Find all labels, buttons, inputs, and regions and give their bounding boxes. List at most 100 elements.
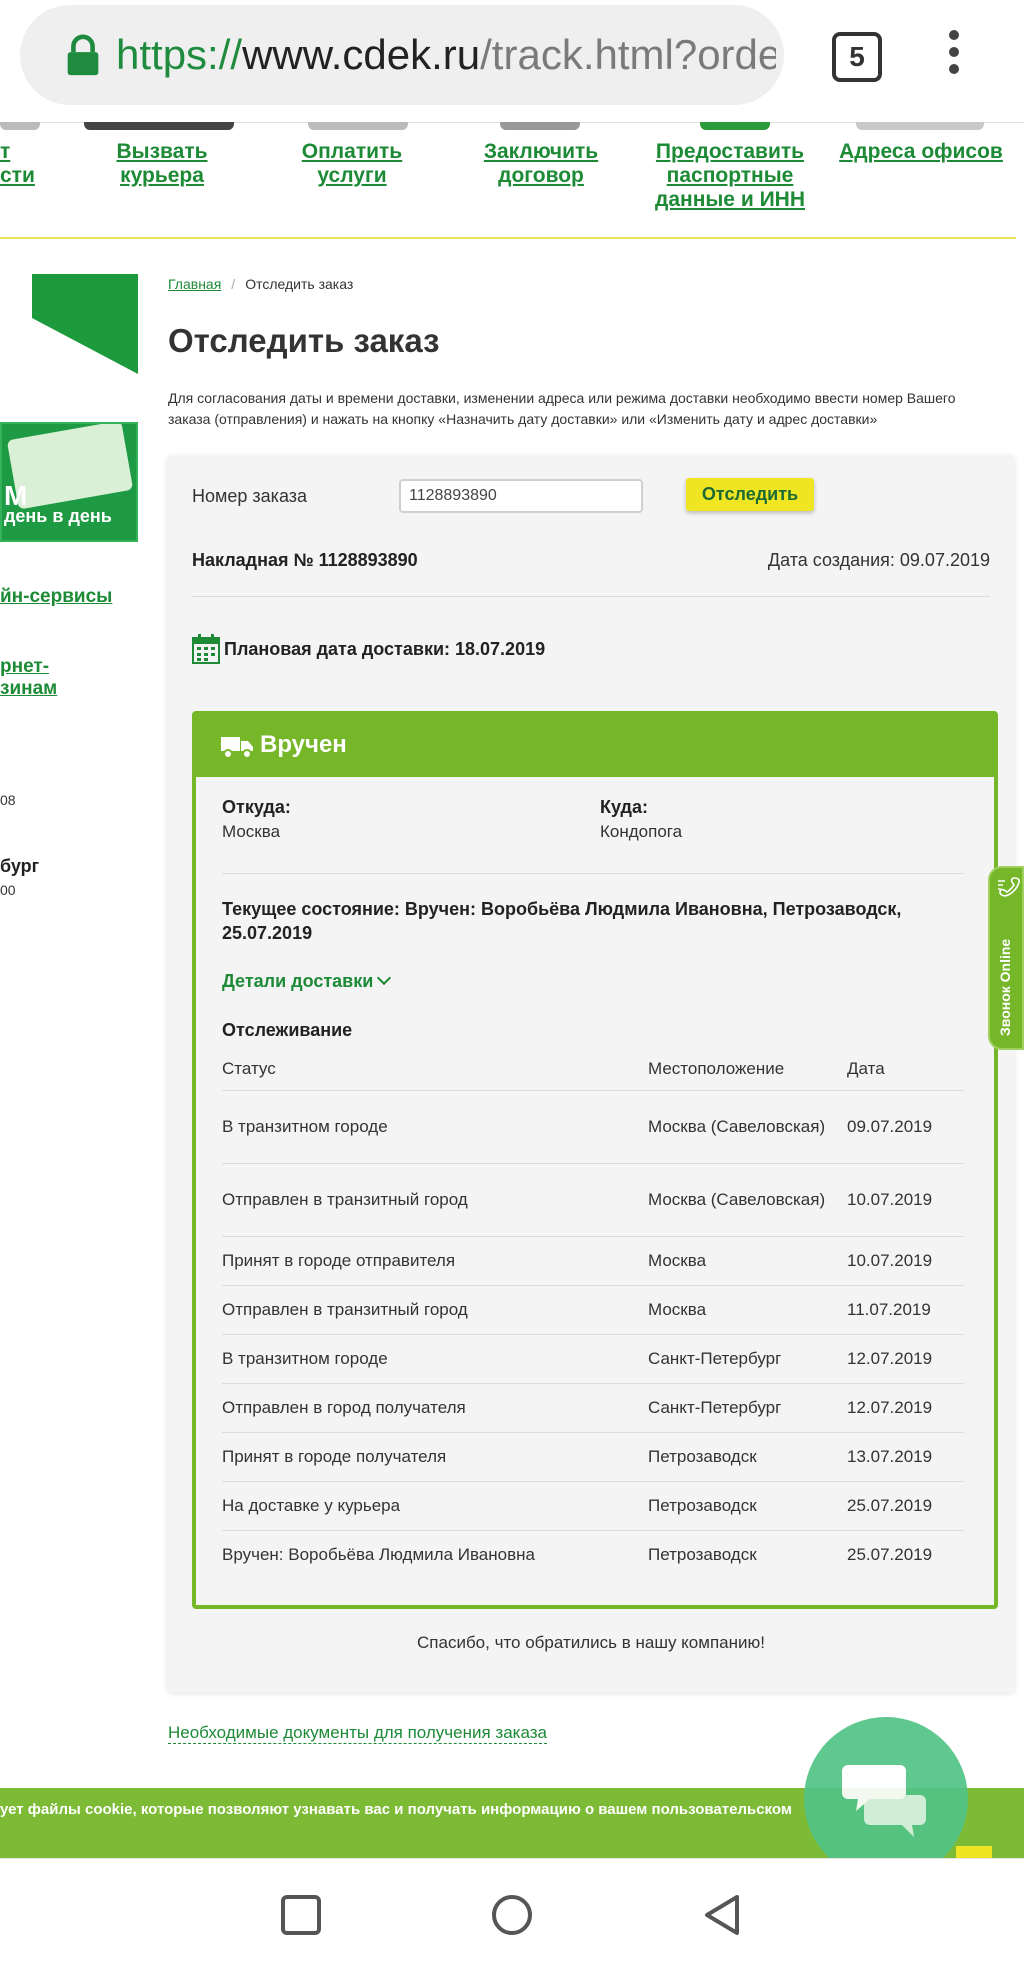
track-button[interactable]: Отследить	[686, 478, 814, 511]
cell-status: Принят в городе получателя	[222, 1432, 648, 1482]
cell-location: Петрозаводск	[648, 1481, 847, 1531]
table-row: Отправлен в транзитный город Москва (Сав…	[222, 1163, 964, 1237]
nav-link-office-addresses[interactable]: Адреса офисов	[836, 140, 1006, 164]
cell-date: 12.07.2019	[847, 1334, 964, 1384]
nav-image-strip	[856, 122, 984, 130]
table-row: Принят в городе отправителя Москва 10.07…	[222, 1236, 964, 1286]
promo-text: день в день	[4, 506, 112, 526]
nav-image-strip	[500, 122, 580, 130]
column-header-status: Статус	[222, 1048, 648, 1091]
breadcrumb-current: Отследить заказ	[245, 276, 354, 292]
cell-location: Москва	[648, 1236, 847, 1286]
cell-status: Принят в городе отправителя	[222, 1236, 648, 1286]
table-row: Принят в городе получателя Петрозаводск …	[222, 1432, 964, 1482]
table-header-row: Статус Местоположение Дата	[222, 1048, 964, 1091]
cell-location: Москва (Савеловская)	[648, 1163, 847, 1237]
cell-date: 13.07.2019	[847, 1432, 964, 1482]
call-online-label: Звонок Online	[997, 938, 1013, 1036]
column-header-date: Дата	[847, 1048, 964, 1091]
cell-location: Петрозаводск	[648, 1432, 847, 1482]
browser-toolbar: https://www.cdek.ru/track.html?orde 5	[0, 0, 1024, 123]
tabs-icon[interactable]: 5	[832, 32, 882, 82]
intro-text: Для согласования даты и времени доставки…	[168, 390, 956, 427]
cell-date: 10.07.2019	[847, 1236, 964, 1286]
sidebar-text: 00	[0, 882, 16, 898]
calendar-icon	[192, 634, 220, 664]
cell-location: Петрозаводск	[648, 1545, 757, 1564]
cell-status: Отправлен в транзитный город	[222, 1163, 648, 1237]
delivery-details-link[interactable]: Детали доставки	[222, 970, 392, 992]
sidebar-link-online-services[interactable]: йн-сервисы	[0, 586, 112, 608]
column-header-location: Местоположение	[648, 1048, 847, 1091]
triangle-back-icon[interactable]	[701, 1893, 745, 1937]
divider	[222, 873, 964, 874]
tracking-panel: Номер заказа Отследить Накладная № 11288…	[168, 456, 1014, 1692]
sidebar-city: бург	[0, 856, 40, 876]
lock-icon	[67, 34, 99, 76]
waybill-number: Накладная № 1128893890	[192, 550, 418, 570]
cookie-text: ует файлы cookie, которые позволяют узна…	[0, 1801, 792, 1818]
top-navigation: т сти Вызвать курьера Оплатить услуги За…	[0, 122, 1016, 239]
cell-date: 25.07.2019	[847, 1545, 933, 1564]
tracking-table: Статус Местоположение Дата В транзитном …	[222, 1048, 964, 1579]
sidebar-link-online-shops[interactable]: рнет-зинам	[0, 656, 57, 700]
breadcrumb-home[interactable]: Главная	[168, 276, 221, 292]
more-vert-icon[interactable]	[938, 30, 970, 80]
planned-delivery-date: Плановая дата доставки: 18.07.2019	[224, 639, 546, 659]
status-title: Вручен	[260, 731, 347, 758]
cell-date: 09.07.2019	[847, 1090, 964, 1164]
chat-icon	[842, 1765, 926, 1837]
to-value: Кондопога	[600, 822, 683, 841]
cell-location: Москва	[648, 1285, 847, 1335]
nav-image-strip	[84, 122, 234, 130]
nav-link-partial[interactable]: т сти	[0, 140, 35, 188]
truck-icon	[221, 737, 253, 759]
nav-image-strip	[308, 122, 408, 130]
cell-status: На доставке у курьера	[222, 1481, 648, 1531]
table-row: В транзитном городе Москва (Савеловская)…	[222, 1090, 964, 1164]
tracking-heading: Отслеживание	[222, 1020, 353, 1040]
thanks-message: Спасибо, что обратились в нашу компанию!	[417, 1633, 765, 1652]
cell-status: В транзитном городе	[222, 1090, 648, 1164]
cell-date: 10.07.2019	[847, 1163, 964, 1237]
promo-banner[interactable]: M день в день	[0, 422, 138, 542]
cell-status: Вручен: Воробьёва Людмила Ивановна	[222, 1545, 535, 1564]
square-icon[interactable]	[279, 1893, 323, 1937]
table-row: Отправлен в транзитный город Москва 11.0…	[222, 1285, 964, 1335]
divider	[192, 596, 990, 597]
cell-date: 11.07.2019	[847, 1285, 964, 1335]
table-row: На доставке у курьера Петрозаводск 25.07…	[222, 1481, 964, 1531]
nav-link-passport-data[interactable]: Предоставить паспортные данные и ИНН	[640, 140, 820, 212]
from-value: Москва	[222, 822, 281, 841]
chevron-down-icon	[377, 970, 392, 986]
status-card: Вручен Откуда: Москва Куда: Кондопога Те…	[192, 711, 998, 1609]
cell-date: 25.07.2019	[847, 1481, 964, 1531]
cell-status: Отправлен в город получателя	[222, 1383, 648, 1433]
cell-location: Москва (Савеловская)	[648, 1090, 847, 1164]
url-bar[interactable]: https://www.cdek.ru/track.html?orde	[20, 5, 784, 105]
chat-button[interactable]	[804, 1717, 968, 1881]
order-number-label: Номер заказа	[192, 486, 308, 506]
created-date: Дата создания: 09.07.2019	[767, 550, 990, 570]
nav-link-call-courier[interactable]: Вызвать курьера	[100, 140, 224, 188]
table-row: Вручен: Воробьёва Людмила Ивановна Петро…	[222, 1531, 964, 1580]
breadcrumb: Главная / Отследить заказ	[168, 276, 353, 292]
order-number-input[interactable]	[399, 479, 643, 513]
nav-link-pay-services[interactable]: Оплатить услуги	[290, 140, 414, 188]
cookie-accept-button[interactable]	[956, 1846, 992, 1858]
cell-location: Санкт-Петербург	[648, 1334, 847, 1384]
nav-image-strip	[0, 122, 40, 130]
circle-icon[interactable]	[490, 1893, 534, 1937]
cell-status: Отправлен в транзитный город	[222, 1285, 648, 1335]
cell-status: В транзитном городе	[222, 1334, 648, 1384]
phone-icon	[998, 877, 1020, 897]
required-documents-link[interactable]: Необходимые документы для получения зака…	[168, 1723, 547, 1744]
logo-corner	[32, 274, 138, 374]
table-row: Отправлен в город получателя Санкт-Петер…	[222, 1383, 964, 1433]
url-text: https://www.cdek.ru/track.html?orde	[116, 31, 776, 78]
sidebar-text: 08	[0, 792, 16, 808]
to-label: Куда:	[600, 797, 648, 817]
nav-link-sign-contract[interactable]: Заключить договор	[470, 140, 612, 188]
call-online-tab[interactable]: Звонок Online	[988, 866, 1024, 1050]
system-navigation-bar	[0, 1858, 1024, 1973]
